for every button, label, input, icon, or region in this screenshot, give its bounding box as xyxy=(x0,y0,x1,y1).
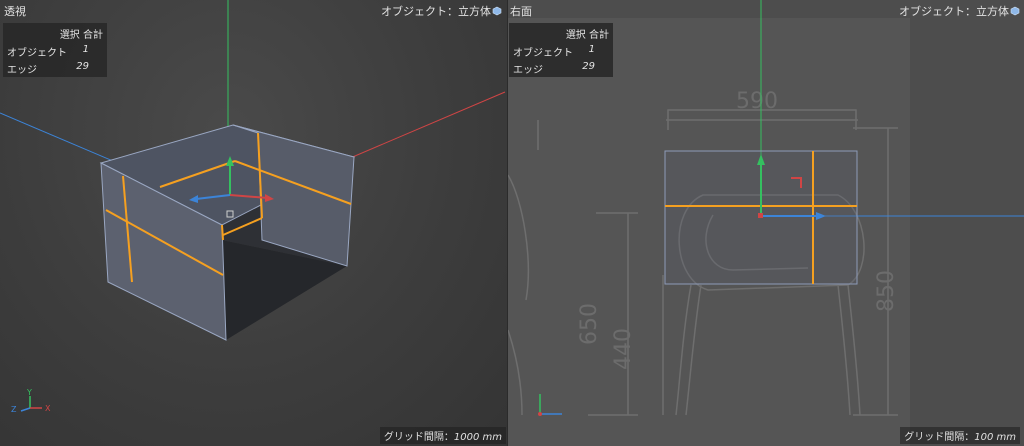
cube-icon xyxy=(492,6,502,16)
cube-icon xyxy=(1010,6,1020,16)
right-viewport[interactable]: 590 850 650 440 右面 オブジェクト：立方体 選択 合計 オブジェ… xyxy=(508,0,1024,446)
selection-total-panel: 選択 合計 オブジェクト 1 エッジ 29 xyxy=(509,23,613,77)
selection-row-value: 1 xyxy=(82,44,89,55)
object-label: オブジェクト：立方体 xyxy=(381,3,502,19)
grid-spacing-label: グリッド間隔：1000 mm xyxy=(379,427,506,444)
selection-row-edge: エッジ 29 xyxy=(7,61,89,76)
axis-orientation-gizmo: Y X Z xyxy=(11,388,51,414)
dimension-height-a-label: 650 xyxy=(577,303,602,345)
selection-row-edge: エッジ 29 xyxy=(513,61,595,76)
dimension-width-label: 590 xyxy=(736,89,778,114)
selection-row-value: 29 xyxy=(582,61,595,72)
selection-row-object: オブジェクト 1 xyxy=(513,44,595,59)
grid-spacing-value: 1000 mm xyxy=(453,432,502,443)
object-label-text: オブジェクト：立方体 xyxy=(381,5,491,18)
axis-z-label: Z xyxy=(11,405,17,414)
selection-row-object: オブジェクト 1 xyxy=(7,44,89,59)
selection-row-value: 1 xyxy=(588,44,595,55)
axis-y-label: Y xyxy=(26,388,32,397)
grid-spacing-text: グリッド間隔： xyxy=(904,432,975,443)
selection-row-label: エッジ xyxy=(7,65,37,76)
object-label-text: オブジェクト：立方体 xyxy=(899,5,1009,18)
grid-spacing-value: 100 mm xyxy=(974,432,1016,443)
dimension-height-b-label: 440 xyxy=(611,328,636,370)
perspective-viewport[interactable]: 透視 オブジェクト：立方体 選択 合計 オブジェクト 1 エッジ 29 Y X … xyxy=(0,0,508,446)
selection-row-label: オブジェクト xyxy=(513,48,573,59)
axis-orientation-gizmo xyxy=(538,394,562,416)
selection-header: 選択 合計 xyxy=(565,30,609,41)
viewport-title[interactable]: 透視 xyxy=(4,3,26,19)
selection-row-label: オブジェクト xyxy=(7,48,67,59)
object-label: オブジェクト：立方体 xyxy=(899,3,1020,19)
viewport-title[interactable]: 右面 xyxy=(510,3,532,19)
selection-header: 選択 合計 xyxy=(59,30,103,41)
selection-row-value: 29 xyxy=(76,61,89,72)
selection-total-panel: 選択 合計 オブジェクト 1 エッジ 29 xyxy=(3,23,107,77)
selection-row-label: エッジ xyxy=(513,65,543,76)
grid-spacing-text: グリッド間隔： xyxy=(383,432,454,443)
grid-spacing-label: グリッド間隔：100 mm xyxy=(900,427,1020,444)
dimension-height-total-label: 850 xyxy=(874,270,899,312)
axis-x-label: X xyxy=(45,404,51,413)
